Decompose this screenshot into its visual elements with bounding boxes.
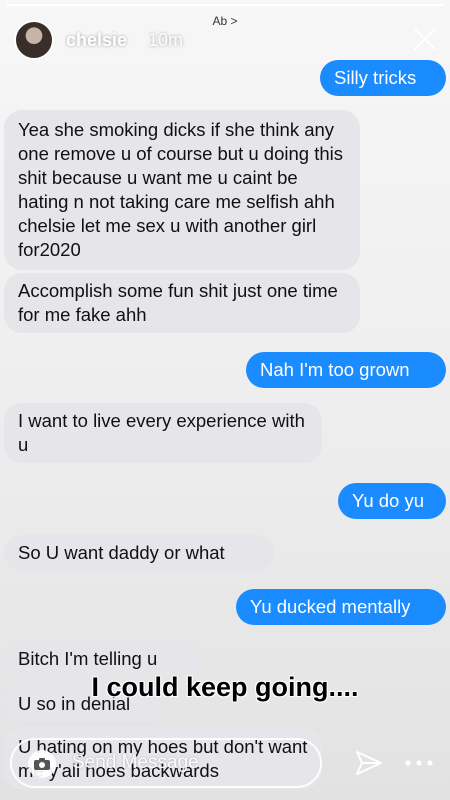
message-bubble-received: Accomplish some fun shit just one time f… [4,273,360,333]
more-icon[interactable] [404,758,434,768]
send-message-field[interactable]: Send Message [10,738,322,788]
camera-icon [34,758,50,770]
message-bubble-received: So U want daddy or what [4,535,274,571]
message-bubble-sent: Yu ducked mentally [236,589,446,625]
avatar[interactable] [14,20,54,60]
camera-button[interactable] [28,750,56,778]
post-timestamp: 10m [148,30,184,50]
story-progress-bar [6,4,444,6]
username[interactable]: chelsie [66,30,127,51]
story-progress-fill [6,4,444,6]
message-bubble-sent: Nah I'm too grown [246,352,446,388]
message-bubble-received: I want to live every experience with u [4,403,322,463]
story-caption: I could keep going.... [91,672,359,702]
close-icon[interactable] [412,26,438,52]
contact-name-header: Ab > [212,14,238,28]
send-icon[interactable] [354,748,384,778]
message-bubble-sent: Yu do yu [338,483,446,519]
send-message-placeholder: Send Message [72,752,199,773]
message-bubble-received: Yea she smoking dicks if she think any o… [4,110,360,270]
message-bubble-sent: Silly tricks [320,60,446,96]
